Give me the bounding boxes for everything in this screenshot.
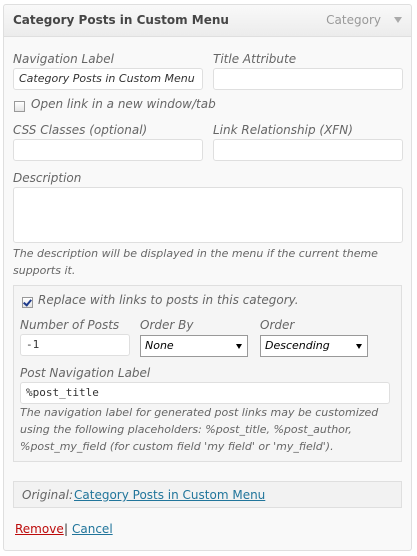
action-separator: | <box>64 522 69 536</box>
description-label: Description <box>13 171 82 185</box>
link-relationship-label: Link Relationship (XFN) <box>213 123 353 137</box>
navigation-label-input[interactable]: Category Posts in Custom Menu <box>13 68 203 90</box>
chevron-down-icon <box>236 344 242 349</box>
link-relationship-input[interactable] <box>213 139 403 161</box>
original-box: Original: Category Posts in Custom Menu <box>13 481 402 508</box>
original-label: Original: <box>22 488 73 502</box>
post-nav-label-label: Post Navigation Label <box>20 366 151 380</box>
order-select[interactable]: Descending <box>260 335 368 357</box>
number-of-posts-input[interactable]: -1 <box>20 334 130 356</box>
triangle-down-icon[interactable] <box>394 17 402 23</box>
description-textarea[interactable] <box>13 187 403 243</box>
title-attribute-label: Title Attribute <box>213 52 297 66</box>
order-by-select[interactable]: None <box>140 335 248 357</box>
category-posts-options: Replace with links to posts in this cate… <box>13 285 402 462</box>
chevron-down-icon <box>356 344 362 349</box>
description-note-line2: supports it. <box>13 264 76 277</box>
open-new-window-label: Open link in a new window/tab <box>31 97 216 111</box>
order-by-label: Order By <box>140 318 194 332</box>
navigation-label-label: Navigation Label <box>13 52 114 66</box>
original-link[interactable]: Category Posts in Custom Menu <box>74 488 265 502</box>
css-classes-label: CSS Classes (optional) <box>13 123 148 137</box>
cancel-link[interactable]: Cancel <box>72 522 113 536</box>
title-attribute-input[interactable] <box>213 68 403 90</box>
post-nav-note-line3: %post_my_field (for custom field 'my fie… <box>20 440 334 453</box>
order-by-selected: None <box>145 339 174 352</box>
post-nav-note-line1: The navigation label for generated post … <box>20 406 379 419</box>
number-of-posts-label: Number of Posts <box>20 318 120 332</box>
remove-link[interactable]: Remove <box>15 522 64 536</box>
replace-with-posts-checkbox[interactable] <box>22 297 33 308</box>
post-nav-label-input[interactable]: %post_title <box>20 382 390 404</box>
post-nav-note-line2: using the following placeholders: %post_… <box>20 423 352 436</box>
menu-item-title: Category Posts in Custom Menu <box>13 13 229 27</box>
menu-item-header[interactable]: Category Posts in Custom Menu Category <box>4 5 411 37</box>
order-selected: Descending <box>265 339 330 352</box>
menu-item-type: Category <box>326 13 381 27</box>
menu-item-panel: Category Posts in Custom Menu Category N… <box>3 4 412 551</box>
open-new-window-checkbox[interactable] <box>14 101 25 112</box>
css-classes-input[interactable] <box>13 139 203 161</box>
replace-with-posts-label: Replace with links to posts in this cate… <box>38 293 299 307</box>
description-note-line1: The description will be displayed in the… <box>13 247 378 260</box>
order-label: Order <box>260 318 295 332</box>
